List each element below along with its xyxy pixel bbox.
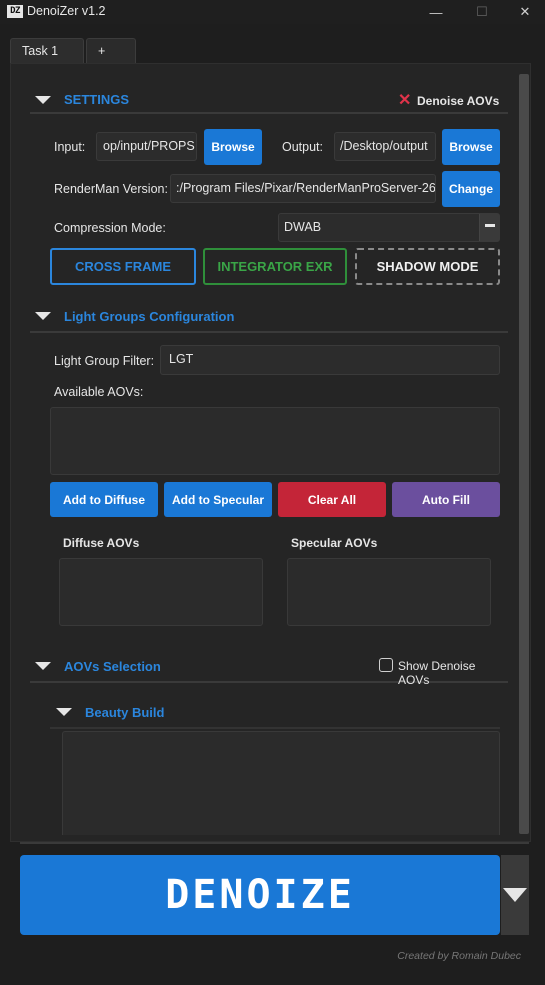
aovs-selection-header[interactable]: AOVs Selection Show Denoise AOVs — [30, 655, 508, 687]
renderman-path-field[interactable]: :/Program Files/Pixar/RenderManProServer… — [170, 174, 436, 203]
light-groups-title: Light Groups Configuration — [64, 309, 235, 324]
renderman-change-button[interactable]: Change — [442, 171, 500, 207]
beauty-build-triangle-icon[interactable] — [56, 708, 72, 716]
window-title: DenoiZer v1.2 — [27, 4, 106, 18]
available-aovs-label: Available AOVs: — [54, 385, 144, 399]
add-to-diffuse-button[interactable]: Add to Diffuse — [50, 482, 158, 517]
output-browse-button[interactable]: Browse — [442, 129, 500, 165]
compression-label: Compression Mode: — [54, 221, 166, 235]
specular-aovs-label: Specular AOVs — [291, 536, 378, 550]
denoize-button[interactable]: DENOIZE — [20, 855, 500, 935]
cross-frame-button[interactable]: CROSS FRAME — [50, 248, 196, 285]
light-groups-header[interactable]: Light Groups Configuration — [30, 305, 508, 333]
app-logo: DZ — [7, 5, 23, 18]
compression-select[interactable]: DWAB — [278, 213, 500, 242]
auto-fill-button[interactable]: Auto Fill — [392, 482, 500, 517]
light-group-filter-label: Light Group Filter: — [54, 354, 155, 368]
collapse-triangle-icon[interactable] — [35, 96, 51, 104]
expand-options-button[interactable] — [501, 855, 529, 935]
specular-aovs-list[interactable] — [287, 558, 491, 626]
show-denoise-aovs-label[interactable]: Show Denoise AOVs — [398, 659, 508, 687]
close-button[interactable]: ✕ — [505, 0, 545, 24]
settings-title: SETTINGS — [64, 92, 130, 107]
collapse-triangle-icon[interactable] — [35, 312, 51, 320]
available-aovs-list[interactable] — [50, 407, 500, 475]
diffuse-aovs-label: Diffuse AOVs — [63, 536, 140, 550]
diffuse-aovs-list[interactable] — [59, 558, 263, 626]
add-tab-button[interactable]: + — [86, 38, 136, 64]
beauty-build-list[interactable] — [62, 731, 500, 835]
collapse-triangle-icon[interactable] — [35, 662, 51, 670]
maximize-button[interactable]: ☐ — [459, 0, 505, 24]
input-label: Input: — [54, 140, 86, 154]
output-path-field[interactable]: /Desktop/output — [334, 132, 436, 161]
settings-header[interactable]: SETTINGS ✕ Denoise AOVs — [30, 86, 508, 114]
shadow-mode-button[interactable]: SHADOW MODE — [355, 248, 500, 285]
input-path-field[interactable]: op/input/PROPS — [96, 132, 197, 161]
light-group-filter-input[interactable]: LGT — [160, 345, 500, 375]
denoise-aovs-label[interactable]: Denoise AOVs — [417, 94, 499, 108]
scrollbar-thumb[interactable] — [519, 74, 529, 834]
tab-bar: Task 1 + — [0, 24, 545, 64]
output-label: Output: — [282, 140, 323, 154]
credit-text: Created by Romain Dubec — [397, 950, 521, 962]
renderman-label: RenderMan Version: — [54, 182, 168, 196]
chevron-down-icon — [503, 888, 527, 902]
beauty-build-title: Beauty Build — [85, 705, 165, 720]
title-bar: DZ DenoiZer v1.2 — ☐ ✕ — [0, 0, 545, 24]
show-denoise-aovs-checkbox[interactable] — [379, 658, 393, 672]
bottom-divider — [20, 842, 529, 844]
input-browse-button[interactable]: Browse — [204, 129, 262, 165]
dropdown-dash-icon — [485, 224, 495, 227]
minimize-button[interactable]: — — [413, 0, 459, 24]
tab-task-1[interactable]: Task 1 — [10, 38, 84, 64]
add-to-specular-button[interactable]: Add to Specular — [164, 482, 272, 517]
close-x-icon[interactable]: ✕ — [398, 90, 411, 110]
dropdown-button[interactable] — [479, 214, 499, 241]
clear-all-button[interactable]: Clear All — [278, 482, 386, 517]
beauty-divider — [50, 727, 500, 729]
aovs-selection-title: AOVs Selection — [64, 659, 161, 674]
integrator-exr-button[interactable]: INTEGRATOR EXR — [203, 248, 347, 285]
